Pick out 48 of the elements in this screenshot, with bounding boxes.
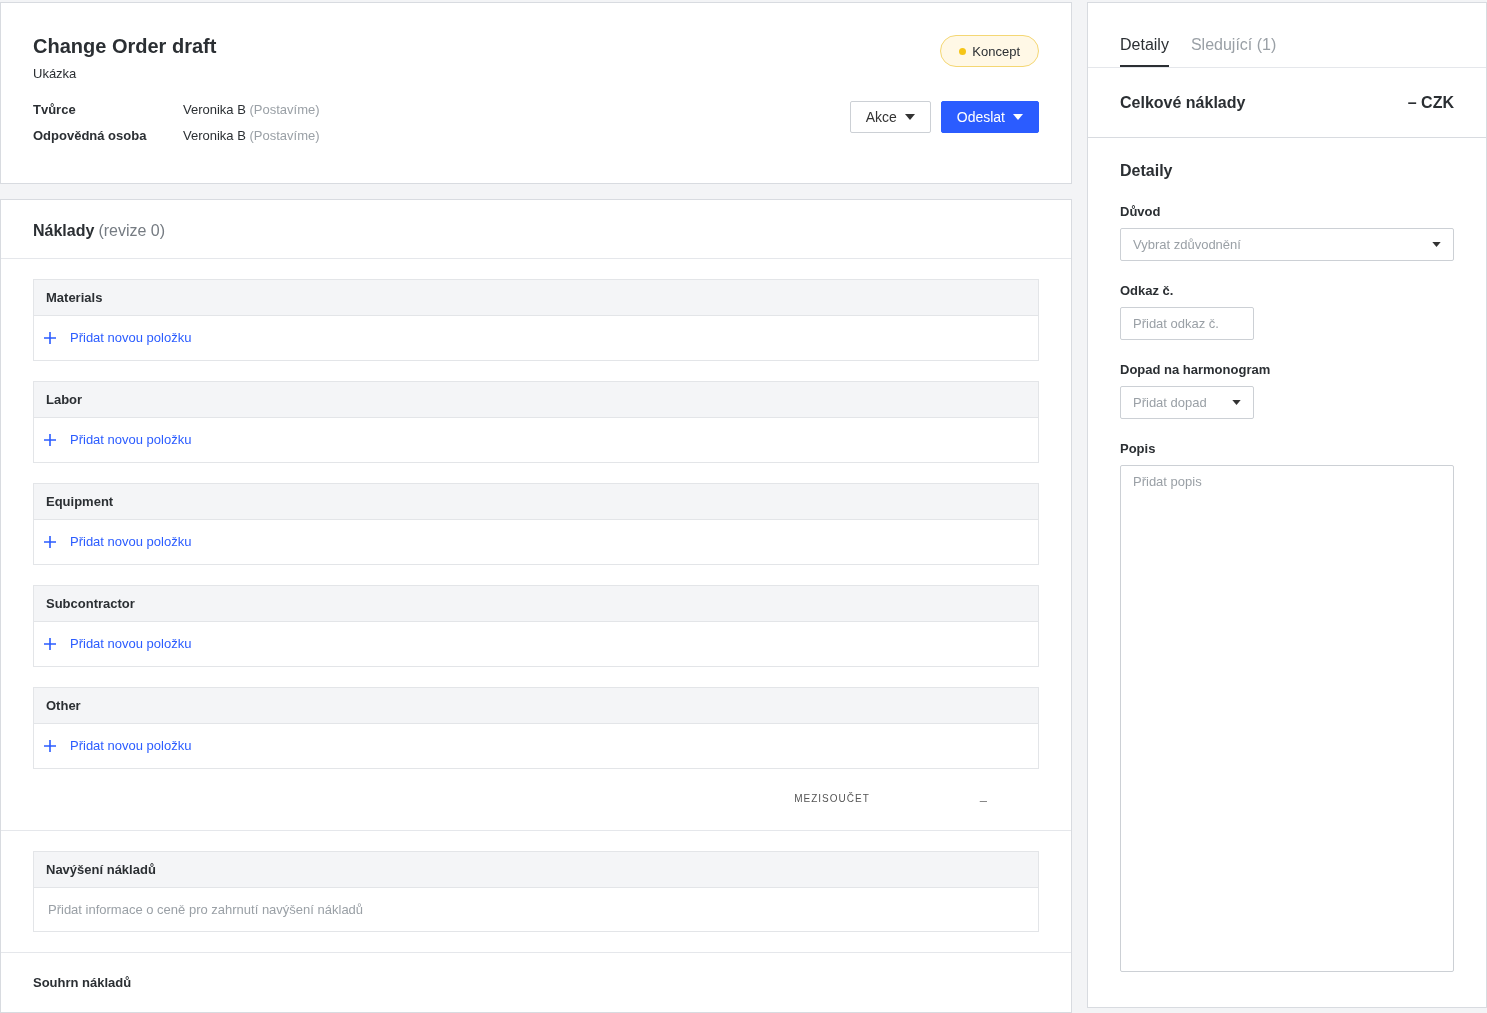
group-header: Equipment bbox=[34, 484, 1038, 520]
group-header: Navýšení nákladů bbox=[34, 852, 1038, 888]
tab[interactable]: Sledující (1) bbox=[1190, 3, 1277, 67]
caret-icon bbox=[1432, 242, 1441, 247]
group-header: Subcontractor bbox=[34, 586, 1038, 622]
plus-icon bbox=[44, 433, 56, 446]
caret-icon bbox=[1232, 400, 1241, 405]
plus-icon bbox=[44, 739, 56, 752]
details-title: Detaily bbox=[1120, 162, 1174, 180]
group-header: Labor bbox=[34, 382, 1038, 418]
add-item-link[interactable]: Přidat novou položku bbox=[44, 636, 1028, 651]
select-field[interactable]: Přidat dopad bbox=[1120, 386, 1254, 419]
field-label: Odkaz č. bbox=[1120, 283, 1175, 298]
subtotal-label: MEZISOUČET bbox=[794, 793, 870, 806]
subtotal-value: – bbox=[979, 793, 987, 808]
page-subtitle: Ukázka bbox=[33, 66, 78, 81]
group-header: Materials bbox=[34, 280, 1038, 316]
plus-icon bbox=[44, 637, 56, 650]
plus-icon bbox=[44, 331, 56, 344]
dropdown-button[interactable]: Odeslat bbox=[940, 101, 1039, 133]
field-label: Důvod bbox=[1120, 204, 1162, 219]
tab[interactable]: Detaily bbox=[1120, 3, 1169, 67]
caret-icon bbox=[904, 114, 915, 120]
person-label: Odpovědná osoba bbox=[33, 128, 148, 143]
person-label: Tvůrce bbox=[33, 102, 77, 117]
dropdown-button[interactable]: Akce bbox=[849, 101, 931, 133]
caret-icon bbox=[1013, 114, 1023, 120]
input-field[interactable]: Přidat odkaz č. bbox=[1120, 307, 1254, 340]
total-label: Celkové náklady bbox=[1120, 94, 1246, 112]
person-name: Veronika B (Postavíme) bbox=[183, 102, 320, 117]
summary-title: Souhrn nákladů bbox=[32, 974, 133, 992]
field-label: Popis bbox=[1120, 441, 1157, 456]
add-item-link[interactable]: Přidat novou položku bbox=[44, 330, 1028, 345]
total-value: – CZK bbox=[1407, 94, 1454, 112]
revision-label: (revize 0) bbox=[98, 222, 166, 239]
page-title: Change Order draft bbox=[33, 35, 217, 58]
field-label: Dopad na harmonogram bbox=[1120, 362, 1272, 377]
group-header: Other bbox=[34, 688, 1038, 724]
add-item-link[interactable]: Přidat novou položku bbox=[44, 432, 1028, 447]
section-title: Náklady bbox=[33, 222, 95, 239]
add-item-link[interactable]: Přidat novou položku bbox=[44, 534, 1028, 549]
select-field[interactable]: Vybrat zdůvodnění bbox=[1120, 228, 1454, 261]
plus-icon bbox=[44, 535, 56, 548]
textarea-field[interactable]: Přidat popis bbox=[1120, 465, 1454, 972]
markup-hint: Přidat informace o ceně pro zahrnutí navýšení nákladů bbox=[47, 901, 365, 919]
person-name: Veronika B (Postavíme) bbox=[183, 128, 320, 143]
status-label: Koncept bbox=[972, 43, 1020, 59]
add-item-link[interactable]: Přidat novou položku bbox=[44, 738, 1028, 753]
